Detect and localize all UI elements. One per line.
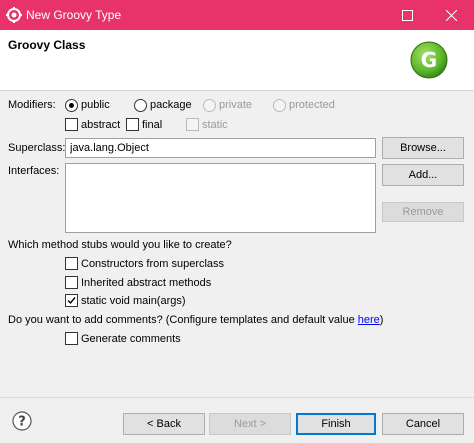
modifiers-label: Modifiers:	[8, 99, 56, 111]
footer-separator	[0, 397, 474, 398]
logo-letter: G	[421, 48, 437, 72]
abstract-checkbox[interactable]	[65, 118, 78, 131]
help-icon[interactable]: ?	[12, 411, 32, 431]
remove-interface-button: Remove	[382, 202, 464, 222]
close-icon	[445, 9, 457, 21]
main-method-label: static void main(args)	[81, 295, 186, 307]
next-button: Next >	[209, 413, 291, 435]
title-bar: New Groovy Type	[0, 0, 474, 30]
add-interface-button[interactable]: Add...	[382, 164, 464, 186]
abstract-label: abstract	[81, 119, 121, 131]
final-checkbox[interactable]	[126, 118, 139, 131]
comments-question-suffix: )	[379, 314, 384, 326]
groovy-logo-icon: G	[410, 41, 448, 79]
main-method-checkbox[interactable]	[65, 294, 78, 307]
window-title: New Groovy Type	[26, 8, 122, 22]
package-radio[interactable]	[134, 99, 147, 112]
close-button[interactable]	[428, 0, 474, 30]
comments-question-text: Do you want to add comments? (Configure …	[8, 314, 358, 326]
svg-text:?: ?	[18, 415, 26, 430]
finish-button[interactable]: Finish	[296, 413, 376, 435]
generate-comments-checkbox[interactable]	[65, 332, 78, 345]
comments-question: Do you want to add comments? (Configure …	[8, 314, 383, 326]
stubs-question: Which method stubs would you like to cre…	[8, 239, 232, 251]
public-label: public	[81, 99, 110, 111]
page-title: Groovy Class	[8, 38, 86, 52]
maximize-button[interactable]	[384, 0, 430, 30]
package-label: package	[150, 99, 192, 111]
eclipse-gear-icon	[6, 7, 22, 23]
back-button[interactable]: < Back	[123, 413, 205, 435]
private-label: private	[219, 99, 253, 111]
interfaces-list[interactable]	[65, 163, 376, 233]
public-radio[interactable]	[65, 99, 78, 112]
superclass-label: Superclass:	[8, 142, 66, 154]
static-checkbox	[186, 118, 199, 131]
protected-label: protected	[289, 99, 335, 111]
maximize-icon	[401, 9, 413, 21]
static-label: static	[202, 119, 228, 131]
configure-templates-link[interactable]: here	[358, 314, 380, 326]
superclass-input[interactable]	[65, 138, 376, 158]
constructors-label: Constructors from superclass	[81, 258, 225, 270]
wizard-header: Groovy Class G	[0, 30, 474, 91]
final-label: final	[142, 119, 163, 131]
cancel-button[interactable]: Cancel	[382, 413, 464, 435]
browse-button[interactable]: Browse...	[382, 137, 464, 159]
constructors-checkbox[interactable]	[65, 257, 78, 270]
inherited-methods-label: Inherited abstract methods	[81, 277, 212, 289]
checkmark-icon	[67, 297, 76, 305]
private-radio	[203, 99, 216, 112]
generate-comments-label: Generate comments	[81, 333, 181, 345]
protected-radio	[273, 99, 286, 112]
inherited-methods-checkbox[interactable]	[65, 276, 78, 289]
interfaces-label: Interfaces:	[8, 165, 60, 177]
